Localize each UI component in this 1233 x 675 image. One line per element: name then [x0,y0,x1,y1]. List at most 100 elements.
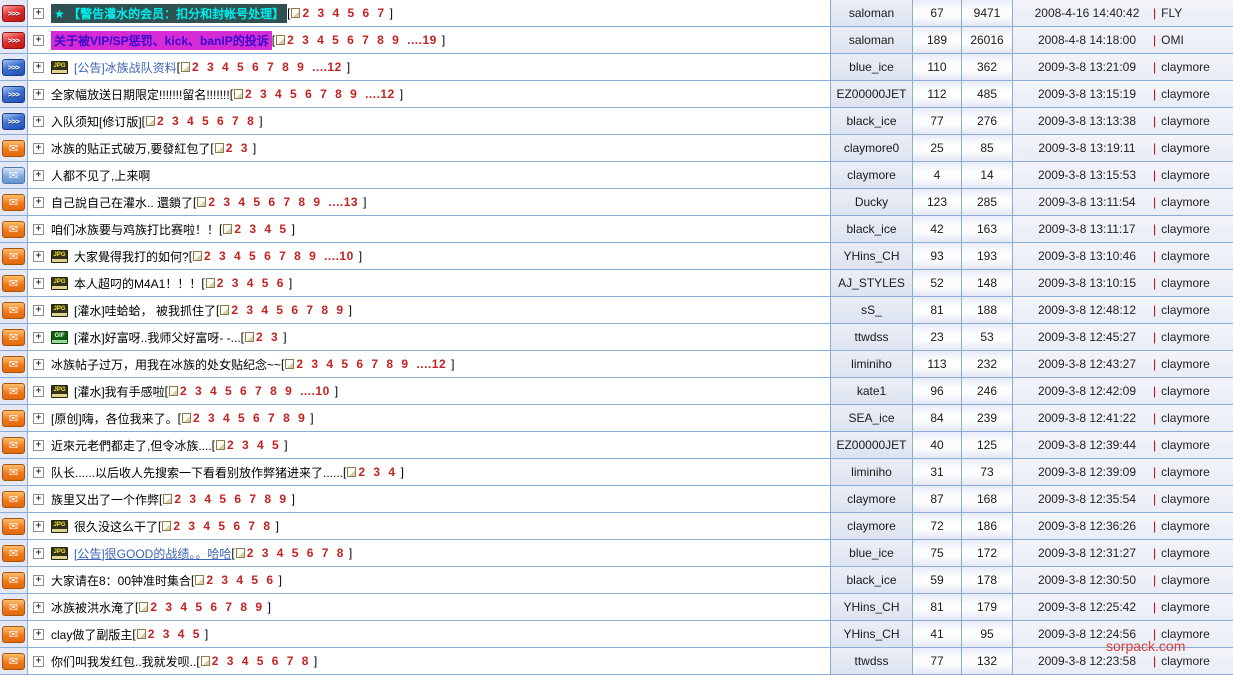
lastpost-date[interactable]: 2009-3-8 12:35:54 [1023,492,1151,506]
page-numbers[interactable]: 2 3 4 5 6 7 8 9 ....12 [296,357,446,371]
thread-author[interactable]: kate1 [857,384,886,398]
lastpost-author[interactable]: claymore [1161,276,1210,290]
thread-author[interactable]: saloman [849,33,894,47]
page-numbers[interactable]: 2 3 4 5 6 7 8 9 [231,303,343,317]
expand-icon[interactable]: + [33,250,44,262]
thread-author[interactable]: liminiho [851,465,892,479]
thread-author[interactable]: saloman [849,6,894,20]
multipage-icon[interactable] [139,602,149,612]
expand-icon[interactable]: + [33,7,44,19]
thread-title[interactable]: 咱们冰族要与鸡族打比赛啦！！ [51,221,219,238]
thread-author[interactable]: liminiho [851,357,892,371]
lastpost-author[interactable]: claymore [1161,492,1210,506]
lastpost-author[interactable]: claymore [1161,195,1210,209]
lastpost-date[interactable]: 2008-4-8 14:18:00 [1023,33,1151,47]
thread-author[interactable]: ttwdss [854,654,888,668]
lastpost-author[interactable]: claymore [1161,249,1210,263]
multipage-icon[interactable] [245,332,255,342]
thread-author[interactable]: SEA_ice [848,411,894,425]
lastpost-date[interactable]: 2009-3-8 12:36:26 [1023,519,1151,533]
thread-author[interactable]: EZ00000JET [836,438,906,452]
thread-author[interactable]: YHins_CH [843,249,899,263]
lastpost-author[interactable]: claymore [1161,627,1210,641]
lastpost-author[interactable]: claymore [1161,114,1210,128]
page-numbers[interactable]: 2 3 4 5 [234,222,286,236]
expand-icon[interactable]: + [33,34,44,46]
page-numbers[interactable]: 2 3 4 5 6 7 8 9 ....10 [180,384,330,398]
thread-title[interactable]: [原创]嗨，各位我来了。 [51,410,178,427]
lastpost-date[interactable]: 2009-3-8 12:43:27 [1023,357,1151,371]
multipage-icon[interactable] [182,413,192,423]
lastpost-date[interactable]: 2009-3-8 13:10:46 [1023,249,1151,263]
lastpost-date[interactable]: 2009-3-8 12:23:58 [1023,654,1151,668]
lastpost-author[interactable]: claymore [1161,330,1210,344]
lastpost-date[interactable]: 2009-3-8 12:31:27 [1023,546,1151,560]
thread-author[interactable]: EZ00000JET [836,87,906,101]
thread-author[interactable]: claymore [847,168,896,182]
page-numbers[interactable]: 2 3 4 5 6 7 8 9 [150,600,262,614]
thread-title[interactable]: clay做了副版主 [51,626,132,643]
expand-icon[interactable]: + [33,223,44,235]
lastpost-date[interactable]: 2009-3-8 12:42:09 [1023,384,1151,398]
expand-icon[interactable]: + [33,493,44,505]
thread-author[interactable]: sS_ [861,303,882,317]
lastpost-date[interactable]: 2008-4-16 14:40:42 [1023,6,1151,20]
multipage-icon[interactable] [234,89,244,99]
multipage-icon[interactable] [193,251,203,261]
lastpost-author[interactable]: claymore [1161,411,1210,425]
thread-author[interactable]: black_ice [846,573,896,587]
expand-icon[interactable]: + [33,574,44,586]
thread-title[interactable]: 本人超叼的M4A1！！！ [74,275,201,292]
thread-author[interactable]: AJ_STYLES [838,276,905,290]
thread-title[interactable]: [灌水]哇蛤蛤， 被我抓住了 [74,302,216,319]
lastpost-date[interactable]: 2009-3-8 13:11:54 [1023,195,1151,209]
multipage-icon[interactable] [291,8,301,18]
thread-title[interactable]: 大家覺得我打的如何? [74,248,189,265]
lastpost-date[interactable]: 2009-3-8 12:39:44 [1023,438,1151,452]
multipage-icon[interactable] [214,143,224,153]
page-numbers[interactable]: 2 3 4 5 6 7 [302,6,384,20]
expand-icon[interactable]: + [33,115,44,127]
lastpost-author[interactable]: claymore [1161,654,1210,668]
expand-icon[interactable]: + [33,628,44,640]
multipage-icon[interactable] [276,35,286,45]
page-numbers[interactable]: 2 3 4 5 6 7 8 9 ....13 [208,195,358,209]
lastpost-author[interactable]: claymore [1161,222,1210,236]
lastpost-author[interactable]: claymore [1161,357,1210,371]
lastpost-author[interactable]: claymore [1161,303,1210,317]
multipage-icon[interactable] [200,656,210,666]
thread-title[interactable]: 自己說自己在灌水.. 還鎖了 [51,194,193,211]
thread-author[interactable]: claymore0 [844,141,899,155]
page-numbers[interactable]: 2 3 4 5 [148,627,200,641]
thread-title[interactable]: [灌水]我有手感啦 [74,383,165,400]
thread-author[interactable]: Ducky [855,195,888,209]
thread-title[interactable]: 你们叫我发红包..我就发呗.. [51,653,196,670]
lastpost-date[interactable]: 2009-3-8 12:48:12 [1023,303,1151,317]
multipage-icon[interactable] [181,62,191,72]
expand-icon[interactable]: + [33,196,44,208]
thread-author[interactable]: YHins_CH [843,627,899,641]
expand-icon[interactable]: + [33,169,44,181]
lastpost-author[interactable]: claymore [1161,519,1210,533]
lastpost-author[interactable]: claymore [1161,384,1210,398]
lastpost-author[interactable]: claymore [1161,168,1210,182]
multipage-icon[interactable] [235,548,245,558]
lastpost-date[interactable]: 2009-3-8 13:15:53 [1023,168,1151,182]
multipage-icon[interactable] [169,386,179,396]
lastpost-date[interactable]: 2009-3-8 13:11:17 [1023,222,1151,236]
thread-title[interactable]: 队长......以后收人先搜索一下看看别放作弊猪进来了...... [51,464,343,481]
expand-icon[interactable]: + [33,304,44,316]
page-numbers[interactable]: 2 3 4 5 6 7 8 9 [174,492,286,506]
page-numbers[interactable]: 2 3 [256,330,278,344]
thread-title[interactable]: 冰族帖子过万，用我在冰族的处女贴纪念~~ [51,356,281,373]
page-numbers[interactable]: 2 3 4 5 6 7 8 9 ....12 [192,60,342,74]
expand-icon[interactable]: + [33,655,44,667]
multipage-icon[interactable] [195,575,205,585]
expand-icon[interactable]: + [33,520,44,532]
expand-icon[interactable]: + [33,61,44,73]
expand-icon[interactable]: + [33,412,44,424]
page-numbers[interactable]: 2 3 4 5 6 [206,573,273,587]
lastpost-date[interactable]: 2009-3-8 12:25:42 [1023,600,1151,614]
expand-icon[interactable]: + [33,601,44,613]
page-numbers[interactable]: 2 3 4 5 6 7 8 9 [193,411,305,425]
